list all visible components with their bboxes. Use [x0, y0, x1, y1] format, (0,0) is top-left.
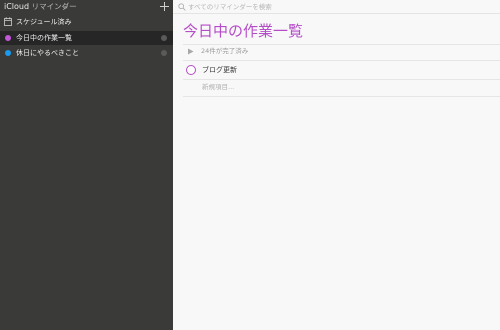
page-title: 今日中の作業一覧 — [183, 22, 304, 40]
completed-count: 24件が完了済み — [201, 47, 249, 55]
sidebar-item-label: 休日にやるべきこと — [16, 49, 79, 57]
sidebar: iCloud リマインダー スケジュール済み 今日中の作業一覧 休日にやるべきこ… — [0, 0, 173, 330]
list-color-dot — [5, 35, 11, 41]
sidebar-header: iCloud リマインダー — [0, 0, 173, 14]
divider — [183, 44, 500, 45]
sidebar-item-holiday[interactable]: 休日にやるべきこと — [0, 46, 173, 60]
account-name: iCloud — [4, 2, 30, 11]
task-checkbox[interactable] — [186, 65, 196, 75]
search-input[interactable] — [188, 1, 488, 12]
divider — [183, 60, 500, 61]
divider — [183, 96, 500, 97]
calendar-icon — [4, 17, 12, 26]
sidebar-item-label: 今日中の作業一覧 — [16, 34, 72, 42]
divider — [183, 79, 500, 80]
list-info-icon[interactable] — [161, 35, 167, 41]
sidebar-item-scheduled[interactable]: スケジュール済み — [0, 15, 173, 29]
sidebar-item-today[interactable]: 今日中の作業一覧 — [0, 31, 173, 45]
show-completed-toggle[interactable]: 24件が完了済み — [187, 46, 487, 58]
list-item[interactable]: ブログ更新 — [185, 63, 485, 77]
search-bar — [173, 0, 500, 14]
sidebar-item-label: スケジュール済み — [16, 18, 72, 26]
main-panel: 今日中の作業一覧 24件が完了済み ブログ更新 新規項目... — [173, 0, 500, 330]
list-color-dot — [5, 50, 11, 56]
add-list-button[interactable] — [159, 1, 170, 12]
disclosure-triangle-icon — [188, 48, 194, 55]
list-info-icon[interactable] — [161, 50, 167, 56]
new-item-field[interactable]: 新規項目... — [202, 83, 234, 92]
task-title: ブログ更新 — [202, 66, 237, 74]
account-subtitle: リマインダー — [31, 2, 77, 11]
chevron-down-icon[interactable] — [61, 3, 69, 11]
search-icon — [178, 3, 186, 11]
